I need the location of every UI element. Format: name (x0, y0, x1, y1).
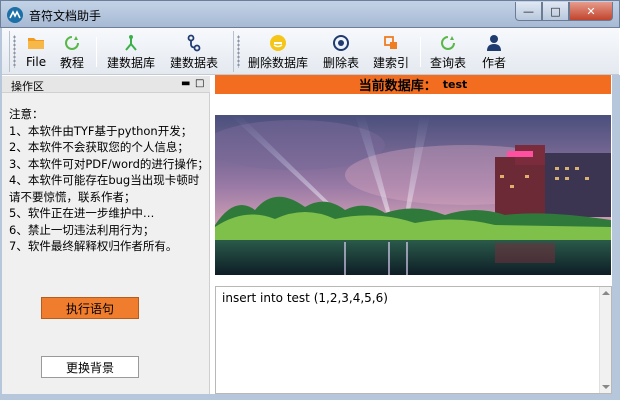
panel-title: 操作区 (11, 80, 44, 93)
app-logo-icon (7, 7, 23, 23)
operation-panel: 操作区 ▬ □ 注意： 1、本软件由TYF基于python开发； 2、本软件不会… (1, 76, 210, 394)
background-image (215, 115, 611, 275)
create-table-label: 建数据表 (170, 56, 219, 70)
notice-text: 注意： 1、本软件由TYF基于python开发； 2、本软件不会获取您的个人信息… (9, 107, 209, 253)
result-strip (215, 94, 611, 115)
current-database-bar: 当前数据库： test (215, 75, 611, 94)
scroll-up-icon[interactable] (602, 291, 610, 295)
file-label: File (26, 55, 47, 69)
create-index-button[interactable]: 建索引 (373, 33, 409, 71)
branch-icon (121, 33, 141, 52)
folder-icon (26, 33, 46, 53)
panel-minimize-icon[interactable]: ▬ (181, 78, 190, 89)
delete-table-label: 删除表 (323, 56, 360, 70)
create-table-button[interactable]: 建数据表 (170, 33, 218, 71)
maximize-button[interactable]: □ (542, 2, 569, 21)
sql-editor[interactable]: insert into test (1,2,3,4,5,6) (215, 286, 612, 394)
window-title: 音符文档助手 (29, 9, 102, 23)
power-icon (331, 33, 351, 52)
scroll-down-icon[interactable] (602, 385, 610, 389)
create-database-label: 建数据库 (107, 56, 156, 70)
change-background-button[interactable]: 更换背景 (41, 356, 139, 378)
refresh-icon (438, 33, 458, 52)
author-label: 作者 (482, 56, 507, 70)
window-frame-right (612, 75, 620, 400)
toolbar-grip[interactable] (237, 35, 240, 68)
tutorial-button[interactable]: 教程 (60, 33, 84, 71)
toolbar-separator (96, 37, 97, 67)
refresh-icon (62, 33, 82, 52)
window-frame-bottom (0, 394, 620, 400)
create-database-button[interactable]: 建数据库 (107, 33, 155, 71)
toolbar-group-2: 删除数据库 删除表 建索引 查询表 作者 (233, 31, 513, 72)
delete-database-button[interactable]: 删除数据库 (248, 33, 308, 71)
window-frame-left (0, 28, 2, 400)
editor-scrollbar[interactable] (599, 287, 611, 393)
tutorial-label: 教程 (60, 56, 85, 70)
create-index-label: 建索引 (373, 56, 410, 70)
toolbar-separator (420, 37, 421, 67)
user-icon (484, 33, 504, 52)
current-database-name: test (442, 78, 468, 91)
delete-table-button[interactable]: 删除表 (323, 33, 359, 71)
current-database-label: 当前数据库： (358, 79, 437, 94)
query-table-button[interactable]: 查询表 (430, 33, 466, 71)
execute-statement-button[interactable]: 执行语句 (41, 297, 139, 319)
delete-database-label: 删除数据库 (248, 56, 309, 70)
link-icon (184, 33, 204, 52)
panel-header: 操作区 ▬ □ (1, 76, 210, 93)
title-bar: 音符文档助手 — □ ✕ (0, 0, 620, 28)
toolbar: File 教程 建数据库 建数据表 删除数据库 删除表 建索引 查询表 作者 (1, 28, 619, 75)
file-button[interactable]: File (26, 33, 46, 71)
author-button[interactable]: 作者 (482, 33, 506, 71)
index-icon (381, 33, 401, 52)
query-table-label: 查询表 (430, 56, 467, 70)
close-button[interactable]: ✕ (569, 2, 613, 21)
smiley-icon (268, 33, 288, 52)
toolbar-group-1: File 教程 建数据库 建数据表 (9, 31, 229, 72)
minimize-button[interactable]: — (515, 2, 542, 21)
toolbar-grip[interactable] (13, 35, 16, 68)
panel-restore-icon[interactable]: □ (195, 78, 204, 89)
sql-editor-text: insert into test (1,2,3,4,5,6) (222, 291, 388, 305)
